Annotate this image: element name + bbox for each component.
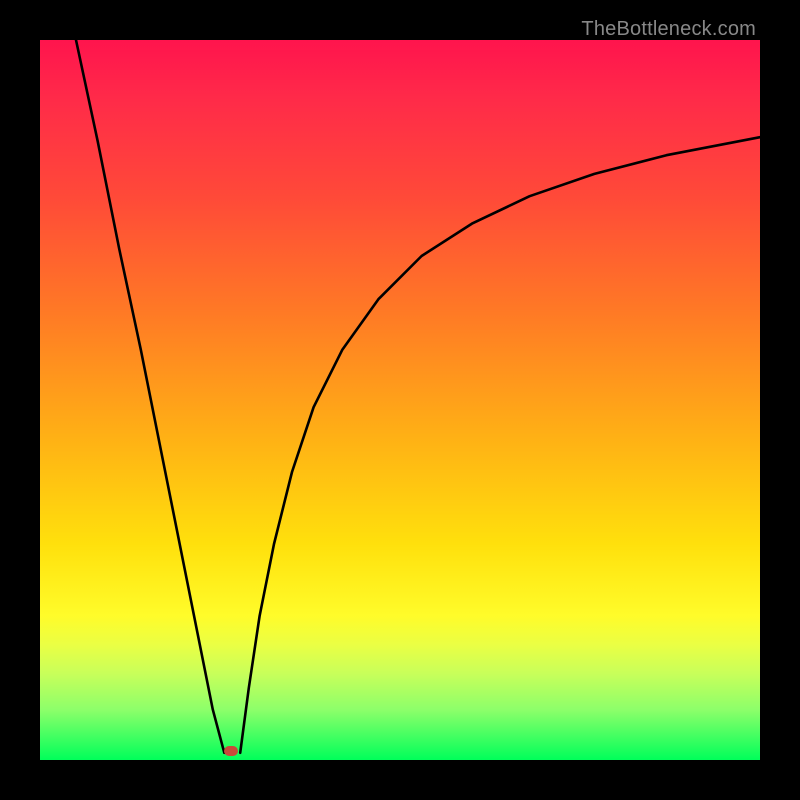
curve-right-branch	[240, 137, 760, 753]
plot-area	[40, 40, 760, 760]
bottleneck-marker	[224, 746, 238, 756]
watermark-text: TheBottleneck.com	[581, 18, 756, 41]
chart-frame: TheBottleneck.com	[0, 0, 800, 800]
curve-layer	[40, 40, 760, 760]
curve-left-branch	[76, 40, 224, 753]
